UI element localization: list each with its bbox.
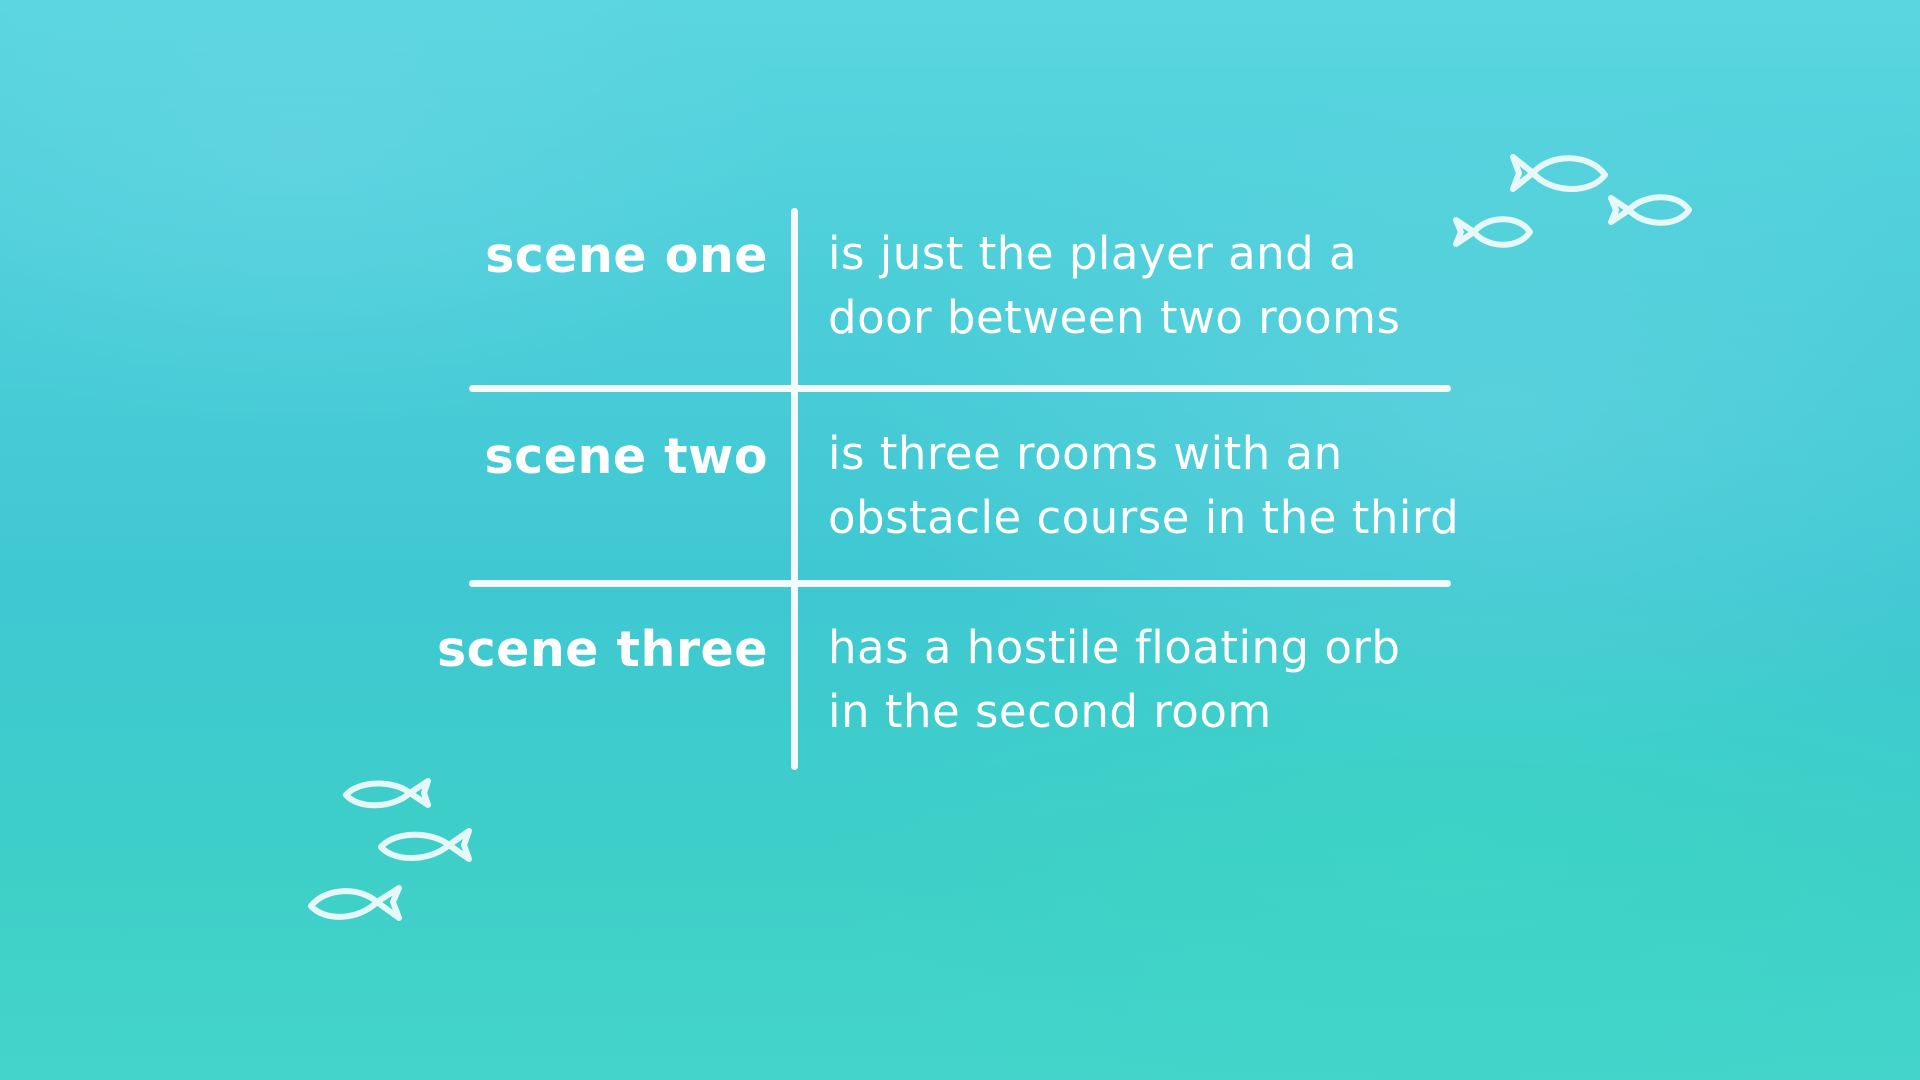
row-label-scene-two: scene two [484,428,768,485]
description-line: door between two rooms [828,291,1401,344]
fish-doodle-icon [1510,154,1608,192]
row-description-scene-one: is just the player and a door between tw… [828,222,1400,350]
table-row-divider-1 [469,385,1451,392]
row-description-scene-two: is three rooms with an obstacle course i… [828,422,1459,550]
description-line: is just the player and a [828,227,1358,280]
table-row-divider-2 [469,580,1451,587]
fish-doodle-icon [1608,194,1692,226]
row-label-scene-one: scene one [485,227,768,284]
fish-doodle-icon [378,828,472,862]
fish-doodle-icon [343,778,431,809]
scene-table: scene one is just the player and a door … [0,0,1920,1080]
row-label-scene-three: scene three [436,621,768,678]
description-line: in the second room [828,685,1272,738]
description-line: is three rooms with an [828,427,1343,480]
description-line: obstacle course in the third [828,491,1460,544]
row-description-scene-three: has a hostile floating orb in the second… [828,616,1400,744]
fish-doodle-icon [1453,216,1533,248]
description-line: has a hostile floating orb [828,621,1401,674]
table-vertical-divider [791,208,798,770]
fish-doodle-icon [308,885,402,921]
